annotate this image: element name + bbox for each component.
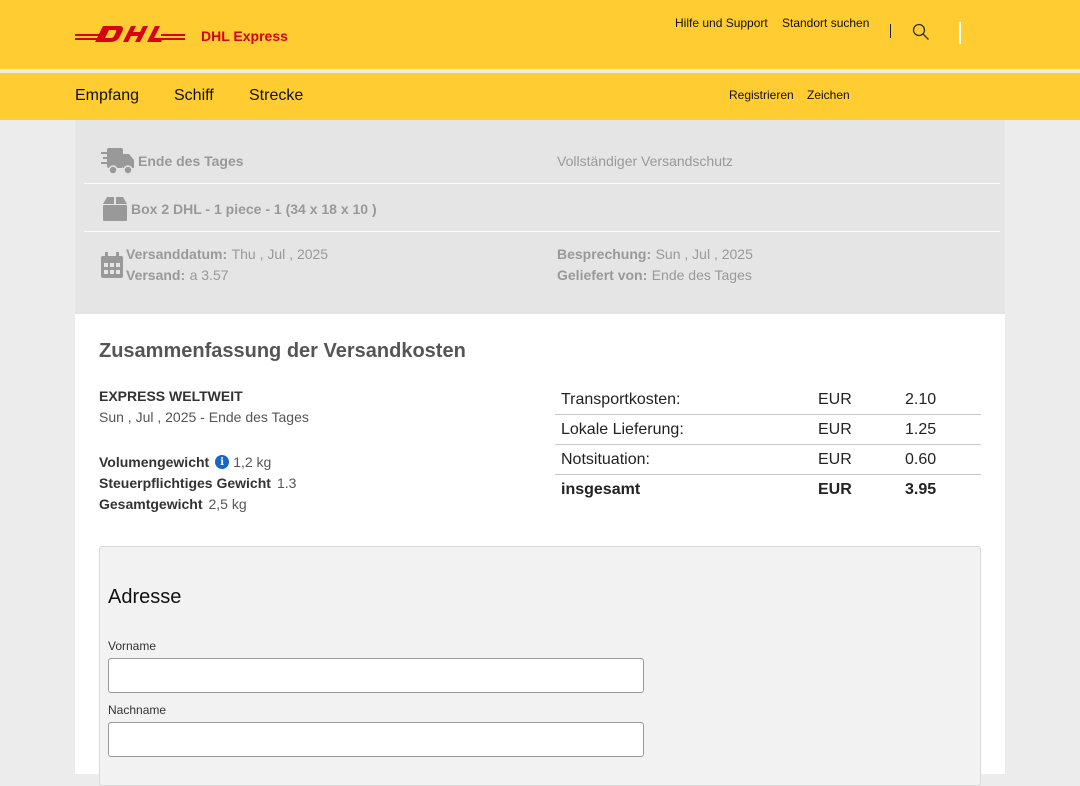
last-name-input[interactable] xyxy=(108,722,644,757)
delivered-by-value: Ende des Tages xyxy=(651,267,752,283)
cost-label: Transportkosten: xyxy=(561,391,681,408)
summary-title: Zusammenfassung der Versandkosten xyxy=(99,340,466,362)
total-currency: EUR xyxy=(818,481,852,498)
last-name-label: Nachname xyxy=(108,703,167,717)
address-title: Adresse xyxy=(108,586,182,608)
total-amount: 3.95 xyxy=(905,481,937,498)
delivered-by-label: Geliefert von: xyxy=(557,267,648,283)
cost-amount: 2.10 xyxy=(905,391,937,408)
calendar-icon xyxy=(101,252,123,278)
cost-label: Lokale Lieferung: xyxy=(561,421,684,438)
taxable-weight-label: Steuerpflichtiges Gewicht xyxy=(99,475,271,491)
cost-currency: EUR xyxy=(818,451,852,468)
ship-date-value: Thu , Jul , 2025 xyxy=(231,246,329,262)
search-icon[interactable] xyxy=(912,23,930,41)
cost-currency: EUR xyxy=(818,391,852,408)
taxable-weight-value: 1.3 xyxy=(276,475,297,491)
ship-date-label: Versanddatum: xyxy=(126,246,228,262)
total-label: insgesamt xyxy=(561,481,641,498)
sign-in-link[interactable]: Zeichen xyxy=(807,88,850,102)
delivery-row: Ende des Tages Vollständiger Versandschu… xyxy=(84,120,1000,184)
box-icon xyxy=(103,197,127,221)
dhl-logo[interactable]: DHL Express xyxy=(75,24,288,44)
package-row: Box 2 DHL - 1 piece - 1 (34 x 18 x 10 ) xyxy=(84,184,1000,232)
cost-amount: 0.60 xyxy=(905,451,937,468)
address-form: Adresse Vorname Nachname xyxy=(99,546,981,786)
taxable-weight-line: Steuerpflichtiges Gewicht 1.3 xyxy=(99,475,296,491)
cost-row: Notsituation: EUR 0.60 xyxy=(555,445,981,475)
shipment-details: Ende des Tages Vollständiger Versandschu… xyxy=(75,120,1005,314)
cost-row: Transportkosten: EUR 2.10 xyxy=(555,385,981,415)
volume-weight-label: Volumengewicht xyxy=(99,454,210,470)
top-header: DHL Express Hilfe und Support Standort s… xyxy=(0,0,1080,71)
nav-item-track[interactable]: Strecke xyxy=(249,87,303,105)
service-name: EXPRESS WELTWEIT xyxy=(99,388,243,404)
nav-item-receive[interactable]: Empfang xyxy=(75,87,139,105)
delivery-truck-icon xyxy=(101,148,134,175)
total-weight-label: Gesamtgewicht xyxy=(99,496,203,512)
main-nav: Empfang Schiff Strecke Registrieren Zeic… xyxy=(0,73,1080,120)
first-name-label: Vorname xyxy=(108,639,157,653)
total-weight-line: Gesamtgewicht 2,5 kg xyxy=(99,496,247,512)
dhl-logo-icon xyxy=(75,26,185,42)
cost-summary-card: Zusammenfassung der Versandkosten EXPRES… xyxy=(75,314,1005,786)
cost-row: Lokale Lieferung: EUR 1.25 xyxy=(555,415,981,445)
cost-table: Transportkosten: EUR 2.10 Lokale Lieferu… xyxy=(555,385,981,505)
help-support-link[interactable]: Hilfe und Support xyxy=(675,16,768,30)
cost-amount: 1.25 xyxy=(905,421,937,438)
service-date: Sun , Jul , 2025 - Ende des Tages xyxy=(99,409,309,425)
cost-currency: EUR xyxy=(818,421,852,438)
delivery-time: Ende des Tages xyxy=(138,153,244,169)
divider xyxy=(959,22,961,44)
divider xyxy=(890,24,891,38)
logo-text: DHL Express xyxy=(201,28,288,44)
first-name-input[interactable] xyxy=(108,658,644,693)
register-link[interactable]: Registrieren xyxy=(729,88,794,102)
volume-weight-line: Volumengewicht i 1,2 kg xyxy=(99,454,271,470)
shipment-label: Versand: xyxy=(126,267,186,283)
volume-weight-value: 1,2 kg xyxy=(233,454,272,470)
cost-label: Notsituation: xyxy=(561,451,650,468)
nav-item-ship[interactable]: Schiff xyxy=(174,87,214,105)
review-label: Besprechung: xyxy=(557,246,652,262)
review-value: Sun , Jul , 2025 xyxy=(655,246,753,262)
protection-label: Vollständiger Versandschutz xyxy=(557,153,733,169)
package-description: Box 2 DHL - 1 piece - 1 (34 x 18 x 10 ) xyxy=(131,201,377,217)
cost-total-row: insgesamt EUR 3.95 xyxy=(555,475,981,505)
dates-row: Versanddatum: Thu , Jul , 2025 Versand: … xyxy=(84,232,1000,302)
info-icon[interactable]: i xyxy=(215,455,230,469)
total-weight-value: 2,5 kg xyxy=(208,496,247,512)
find-location-link[interactable]: Standort suchen xyxy=(782,16,869,30)
shipment-value: a 3.57 xyxy=(189,267,229,283)
